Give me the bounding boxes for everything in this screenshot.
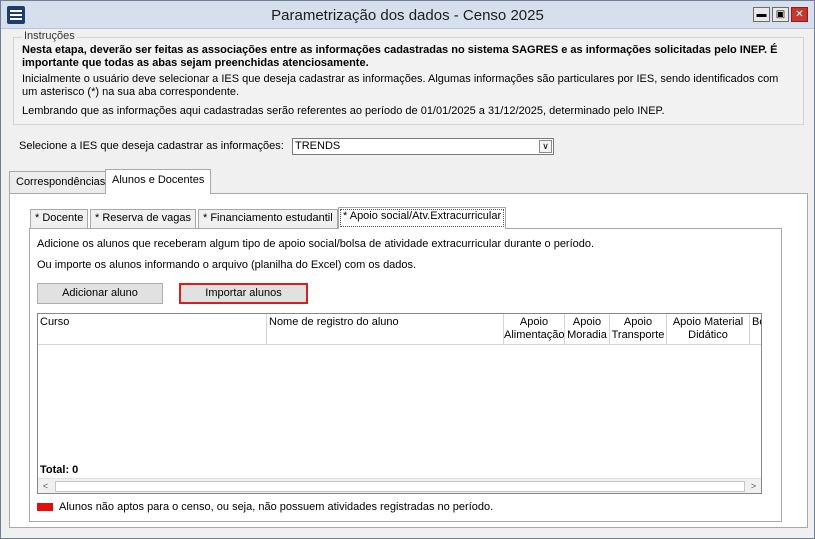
column-header-apoio-material[interactable]: Apoio Material Didático (667, 314, 750, 345)
instructions-text-2: Lembrando que as informações aqui cadast… (22, 105, 665, 117)
legend-text: Alunos não aptos para o censo, ou seja, … (59, 501, 494, 513)
scroll-right-icon[interactable]: > (746, 479, 761, 493)
column-header-apoio-alimentacao[interactable]: Apoio Alimentação (504, 314, 565, 345)
instructions-text-1: Inicialmente o usuário deve selecionar a… (22, 73, 779, 98)
grid-total: Total: 0 (40, 464, 79, 476)
close-button[interactable]: ✕ (791, 7, 808, 22)
horizontal-scrollbar[interactable]: < > (38, 478, 761, 493)
instructions-bold-text: Nesta etapa, deverão ser feitas as assoc… (22, 44, 778, 69)
tab-alunos-docentes[interactable]: Alunos e Docentes (105, 169, 212, 194)
instructions-box: Instruções Nesta etapa, deverão ser feit… (13, 30, 804, 125)
tab-financiamento-estudantil[interactable]: * Financiamento estudantil (198, 209, 338, 228)
tab-docente[interactable]: * Docente (30, 209, 89, 228)
info-text-2: Ou importe os alunos informando o arquiv… (37, 259, 417, 271)
scroll-left-icon[interactable]: < (38, 479, 53, 493)
instructions-legend: Instruções (22, 30, 77, 42)
window-title: Parametrização dos dados - Censo 2025 (271, 7, 544, 24)
maximize-button[interactable]: ▣ (772, 7, 789, 22)
import-students-button[interactable]: Importar alunos (179, 283, 308, 304)
column-header-apoio-transporte[interactable]: Apoio Transporte (610, 314, 667, 345)
legend-red-swatch (37, 503, 53, 511)
info-text-1: Adicione os alunos que receberam algum t… (37, 238, 595, 250)
title-bar: Parametrização dos dados - Censo 2025 ▬ … (1, 1, 814, 29)
column-header-nome[interactable]: Nome de registro do aluno (267, 314, 504, 345)
ies-selected-value: TRENDS (295, 140, 341, 152)
minimize-button[interactable]: ▬ (753, 7, 770, 22)
ies-select[interactable]: TRENDS ∨ (292, 138, 554, 155)
students-grid[interactable]: Curso Nome de registro do aluno Apoio Al… (37, 313, 762, 494)
scrollbar-thumb[interactable] (55, 481, 745, 492)
column-header-curso[interactable]: Curso (38, 314, 267, 345)
ies-label: Selecione a IES que deseja cadastrar as … (19, 140, 284, 152)
tab-reserva-vagas[interactable]: * Reserva de vagas (90, 209, 196, 228)
chevron-down-icon[interactable]: ∨ (539, 140, 552, 153)
tab-apoio-social[interactable]: * Apoio social/Atv.Extracurricular (338, 207, 507, 229)
main-window: Parametrização dos dados - Censo 2025 ▬ … (0, 0, 815, 539)
column-header-apoio-moradia[interactable]: Apoio Moradia (565, 314, 610, 345)
tab-correspondencias[interactable]: Correspondências (9, 171, 113, 193)
column-header-bolsa[interactable]: Bo (750, 314, 761, 345)
add-student-button[interactable]: Adicionar aluno (37, 283, 163, 304)
